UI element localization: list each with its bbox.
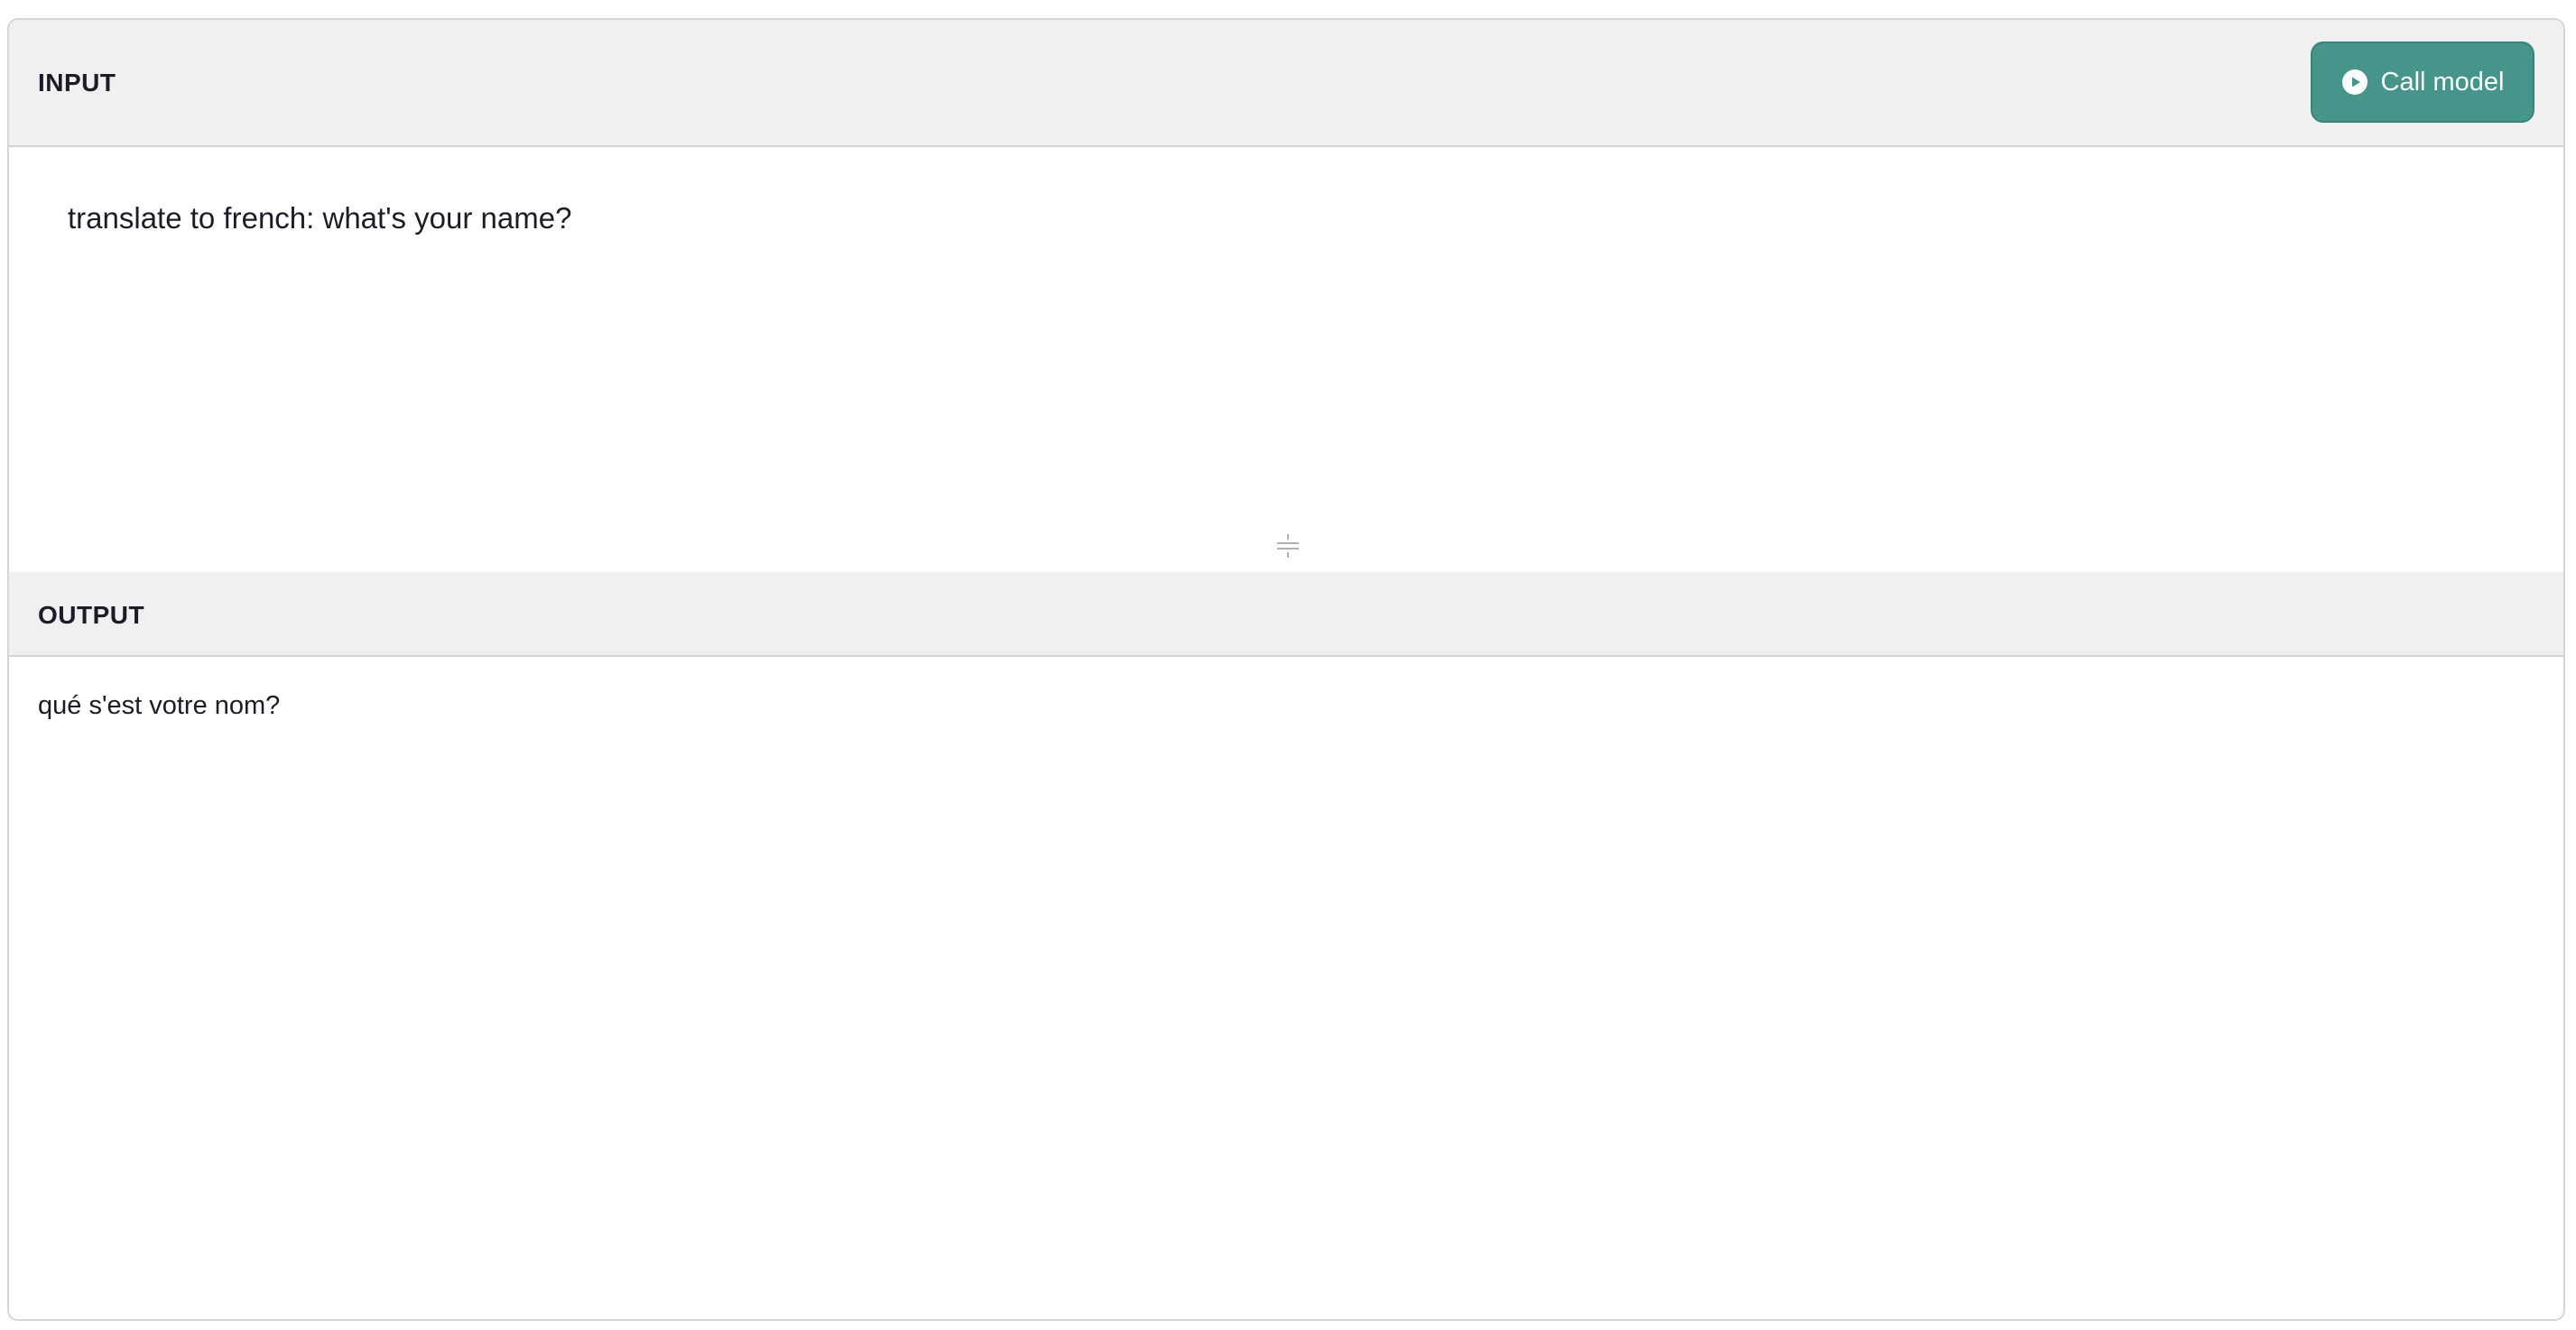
input-section-title: INPUT [38,69,116,97]
play-circle-icon [2341,69,2368,96]
resize-handle-icon[interactable] [1274,532,1302,559]
input-header: INPUT Call model [9,20,2563,147]
model-playground-panel: INPUT Call model translate to french: wh… [7,18,2565,1321]
input-editor[interactable]: translate to french: what's your name? [9,147,2563,572]
call-model-button[interactable]: Call model [2311,42,2534,123]
output-section-title: OUTPUT [38,601,145,629]
input-text[interactable]: translate to french: what's your name? [68,201,571,236]
output-header: OUTPUT [9,572,2563,657]
output-text: qué s'est votre nom? [38,691,281,720]
call-model-button-label: Call model [2380,67,2505,97]
output-panel: qué s'est votre nom? [9,657,2563,1319]
